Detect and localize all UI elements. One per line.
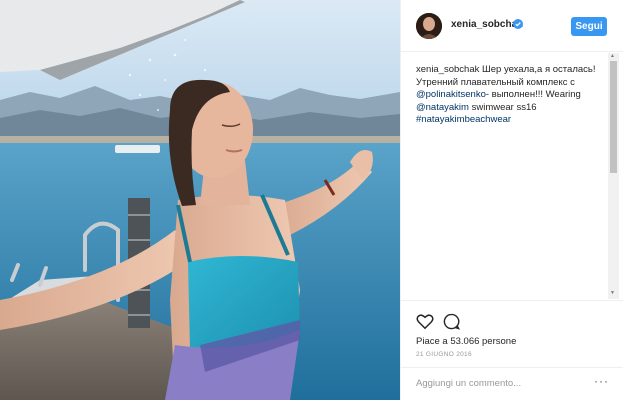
caption-username[interactable]: xenia_sobchak (416, 64, 479, 75)
add-comment-bar: Aggiungi un commento... ··· (401, 367, 623, 400)
caption-text-3: swimwear ss16 (468, 101, 537, 113)
heart-icon[interactable] (416, 313, 434, 330)
instagram-post: xenia_sobchak Segui xenia_sobchak Шер уе… (0, 0, 623, 400)
scrollbar-thumb[interactable] (610, 61, 617, 173)
caption-hashtag[interactable]: #natayakimbeachwear (416, 114, 511, 125)
likes-count[interactable]: Piace a 53.066 persone (416, 336, 516, 347)
comments-scrollbar[interactable]: ▲ ▼ (608, 53, 619, 299)
verified-badge-icon (513, 19, 523, 29)
scroll-down-icon[interactable]: ▼ (610, 290, 615, 296)
post-date: 21 GIUGNO 2016 (416, 351, 472, 358)
post-actions: Piace a 53.066 persone 21 GIUGNO 2016 (401, 300, 623, 370)
follow-button[interactable]: Segui (571, 17, 607, 36)
avatar[interactable] (416, 13, 442, 39)
caption-mention-natayakim[interactable]: @natayakim (416, 102, 469, 113)
avatar-image (416, 13, 442, 39)
post-caption: xenia_sobchak Шер уехала,а я осталась! У… (416, 64, 604, 127)
username-link[interactable]: xenia_sobchak (451, 19, 523, 30)
more-options-icon[interactable]: ··· (594, 374, 609, 388)
comment-input[interactable]: Aggiungi un commento... (416, 378, 521, 389)
caption-text-2: - выполнен!!! Wearing (485, 89, 581, 100)
caption-mention-polinakitsenko[interactable]: @polinakitsenko (416, 89, 486, 100)
post-header: xenia_sobchak Segui (401, 0, 623, 52)
post-sidebar: xenia_sobchak Segui xenia_sobchak Шер уе… (400, 0, 623, 400)
scroll-up-icon[interactable]: ▲ (610, 53, 615, 59)
photo-illustration (0, 0, 400, 400)
post-photo[interactable] (0, 0, 400, 400)
comment-icon[interactable] (443, 313, 460, 330)
